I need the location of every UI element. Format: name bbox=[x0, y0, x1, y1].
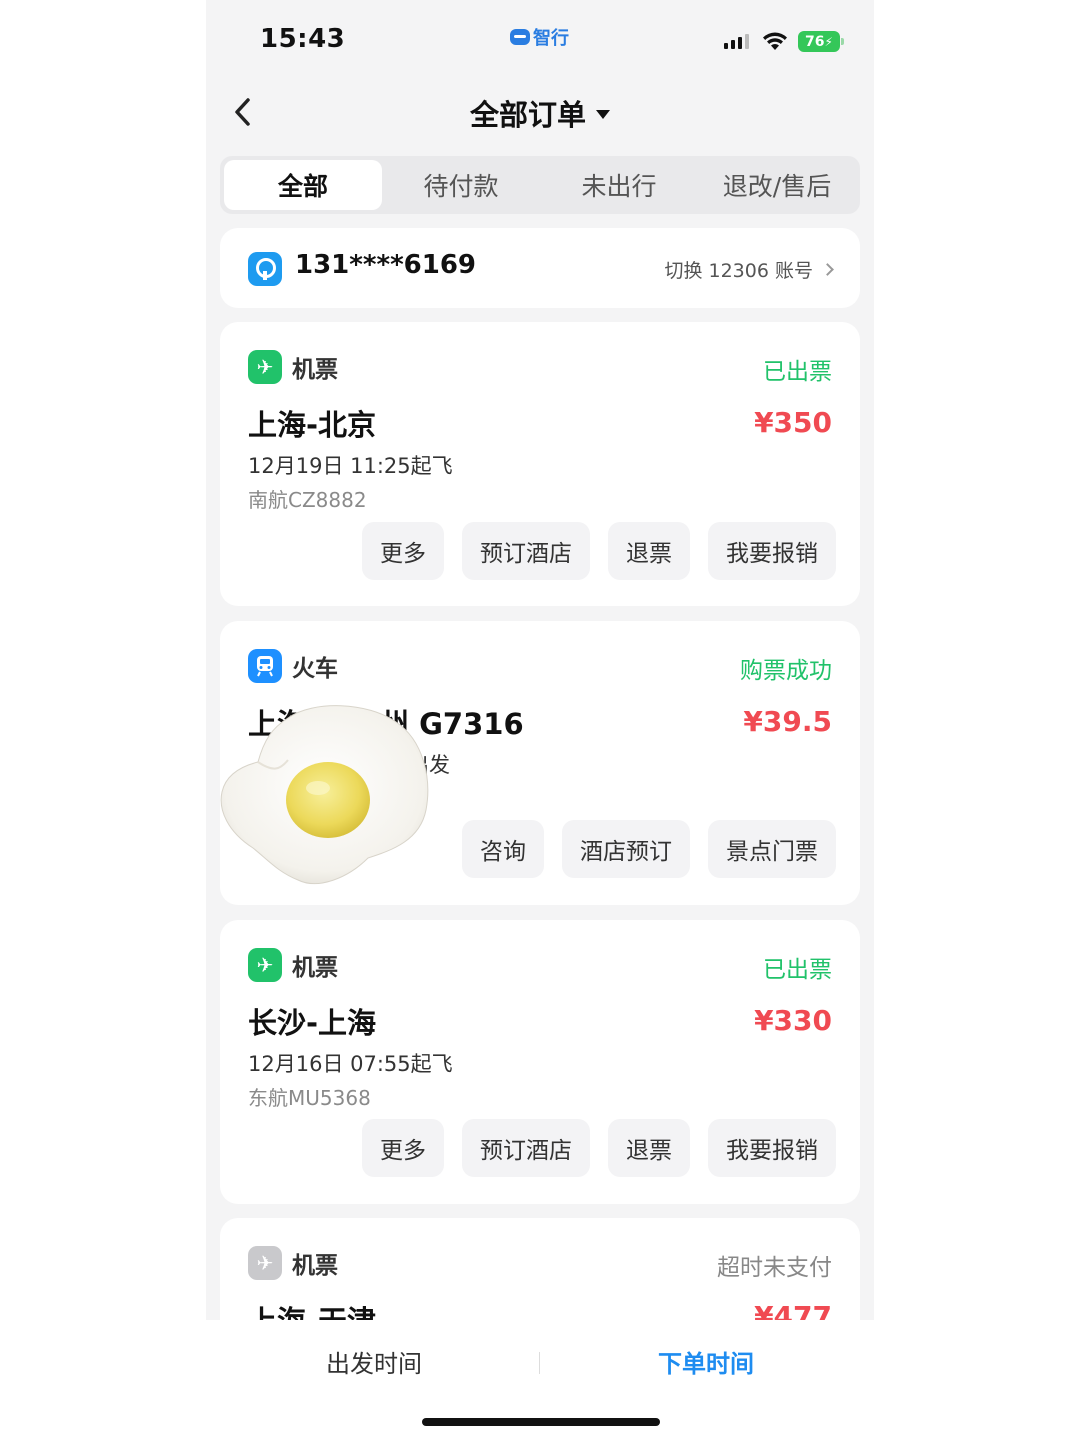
sort-by-order-time-button[interactable]: 下单时间 bbox=[658, 1344, 754, 1379]
refund-button[interactable]: 退票 bbox=[608, 522, 690, 580]
order-card[interactable]: ✈ 机票 已出票 长沙-上海 ¥330 12月16日 07:55起飞 东航MU5… bbox=[220, 920, 860, 1204]
railway-logo-icon bbox=[248, 252, 282, 286]
departure-time: 12月19日 11:25起飞 bbox=[248, 454, 453, 478]
order-status: 已出票 bbox=[763, 957, 832, 983]
wifi-icon bbox=[763, 32, 787, 50]
book-hotel-button[interactable]: 预订酒店 bbox=[462, 1119, 590, 1177]
page-title-text: 全部订单 bbox=[469, 98, 586, 132]
battery-indicator: 76 ⚡ bbox=[798, 31, 840, 52]
departure-time: 12月16日 07:55起飞 bbox=[248, 1052, 453, 1076]
order-type: ✈ 机票 bbox=[248, 948, 338, 982]
signal-icon bbox=[724, 34, 749, 49]
app-badge: 智行 bbox=[510, 24, 569, 50]
reimburse-button[interactable]: 我要报销 bbox=[708, 522, 836, 580]
dropdown-caret-icon bbox=[596, 109, 610, 119]
consult-button[interactable]: 咨询 bbox=[462, 820, 544, 878]
more-button[interactable]: 更多 bbox=[362, 522, 444, 580]
order-actions: 更多 预订酒店 退票 我要报销 bbox=[362, 1119, 836, 1177]
status-time: 15:43 bbox=[260, 24, 346, 54]
order-route: 上海-北京 bbox=[248, 408, 377, 442]
sort-by-departure-button[interactable]: 出发时间 bbox=[326, 1344, 422, 1379]
order-type-label: 机票 bbox=[292, 357, 338, 383]
order-price: ¥350 bbox=[754, 406, 832, 439]
refund-button[interactable]: 退票 bbox=[608, 1119, 690, 1177]
order-type: ✈ 机票 bbox=[248, 1246, 338, 1280]
train-icon bbox=[248, 649, 282, 683]
book-hotel-button[interactable]: 预订酒店 bbox=[462, 522, 590, 580]
tab-refund-aftersale[interactable]: 退改/售后 bbox=[698, 160, 856, 210]
nav-bar: 全部订单 bbox=[206, 80, 874, 146]
order-actions: 更多 预订酒店 退票 我要报销 bbox=[362, 522, 836, 580]
chevron-right-icon bbox=[821, 263, 834, 276]
order-actions: 咨询 酒店预订 景点门票 bbox=[462, 820, 836, 878]
page-title[interactable]: 全部订单 bbox=[206, 92, 874, 134]
hotel-booking-button[interactable]: 酒店预订 bbox=[562, 820, 690, 878]
charging-bolt-icon: ⚡ bbox=[824, 34, 833, 49]
fried-egg-sticker bbox=[220, 705, 429, 884]
attraction-tickets-button[interactable]: 景点门票 bbox=[708, 820, 836, 878]
flight-number: 东航MU5368 bbox=[248, 1086, 371, 1110]
app-logo-icon bbox=[510, 29, 530, 45]
tab-not-traveled[interactable]: 未出行 bbox=[540, 160, 698, 210]
more-button[interactable]: 更多 bbox=[362, 1119, 444, 1177]
tab-pending-payment[interactable]: 待付款 bbox=[382, 160, 540, 210]
order-type: ✈ 机票 bbox=[248, 350, 338, 384]
order-card[interactable]: ✈ 机票 已出票 上海-北京 ¥350 12月19日 11:25起飞 南航CZ8… bbox=[220, 322, 860, 606]
sort-bar: 出发时间 下单时间 bbox=[206, 1320, 874, 1440]
order-tabs: 全部 待付款 未出行 退改/售后 bbox=[220, 156, 860, 214]
order-status: 已出票 bbox=[763, 359, 832, 385]
order-price: ¥330 bbox=[754, 1004, 832, 1037]
battery-level: 76 bbox=[805, 33, 825, 50]
status-bar: 15:43 智行 76 ⚡ bbox=[206, 0, 874, 80]
reimburse-button[interactable]: 我要报销 bbox=[708, 1119, 836, 1177]
order-type-label: 火车 bbox=[292, 656, 338, 682]
divider bbox=[539, 1352, 540, 1374]
airplane-icon: ✈ bbox=[248, 350, 282, 384]
order-type: 火车 bbox=[248, 649, 338, 683]
order-route: 长沙-上海 bbox=[248, 1006, 377, 1040]
order-status: 购票成功 bbox=[740, 658, 832, 684]
airplane-icon: ✈ bbox=[248, 948, 282, 982]
switch-account-link[interactable]: 切换 12306 账号 bbox=[664, 256, 834, 283]
app-name: 智行 bbox=[533, 28, 569, 49]
order-type-label: 机票 bbox=[292, 955, 338, 981]
home-indicator bbox=[422, 1418, 660, 1426]
tab-all[interactable]: 全部 bbox=[224, 160, 382, 210]
battery-tip bbox=[841, 38, 844, 45]
airplane-icon: ✈ bbox=[248, 1246, 282, 1280]
account-card[interactable]: 131****6169 切换 12306 账号 bbox=[220, 228, 860, 308]
switch-account-label: 切换 12306 账号 bbox=[664, 260, 813, 282]
flight-number: 南航CZ8882 bbox=[248, 488, 367, 512]
account-phone: 131****6169 bbox=[295, 250, 477, 280]
order-type-label: 机票 bbox=[292, 1253, 338, 1279]
order-price: ¥39.5 bbox=[743, 705, 832, 738]
order-status: 超时未支付 bbox=[717, 1255, 832, 1281]
